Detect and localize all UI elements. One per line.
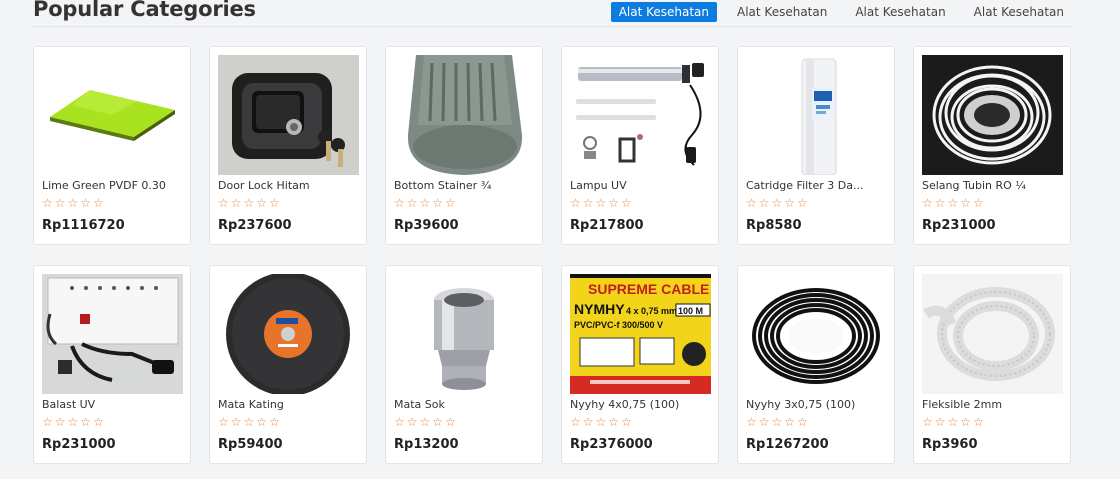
filter-cartridge-image[interactable] xyxy=(746,55,887,175)
rating-stars: ☆☆☆☆☆ xyxy=(42,415,106,429)
category-tabs: Alat Kesehatan Alat Kesehatan Alat Keseh… xyxy=(599,2,1072,22)
product-card[interactable]: Lampu UV ☆☆☆☆☆ Rp217800 xyxy=(561,46,719,245)
product-card[interactable]: SUPREME CABLE NYMHY 4 x 0,75 mm² 100 M P… xyxy=(561,265,719,464)
product-price: Rp59400 xyxy=(218,437,283,452)
product-price: Rp237600 xyxy=(218,218,292,233)
tab-alat-kesehatan-3[interactable]: Alat Kesehatan xyxy=(847,2,953,22)
product-card[interactable]: Mata Sok ☆☆☆☆☆ Rp13200 xyxy=(385,265,543,464)
flexible-hose-image[interactable] xyxy=(922,274,1063,394)
door-lock-image[interactable] xyxy=(218,55,359,175)
product-price: Rp217800 xyxy=(570,218,644,233)
cable-model-text: NYMHY xyxy=(574,301,625,317)
product-name[interactable]: Lime Green PVDF 0.30 xyxy=(42,179,183,192)
cutting-disc-image[interactable] xyxy=(218,274,359,394)
product-name[interactable]: Balast UV xyxy=(42,398,183,411)
product-name[interactable]: Catridge Filter 3 Da... xyxy=(746,179,887,192)
cable-brand-text: SUPREME CABLE xyxy=(588,281,709,297)
rating-stars: ☆☆☆☆☆ xyxy=(922,415,986,429)
section-title: Popular Categories xyxy=(33,0,256,21)
socket-image[interactable] xyxy=(394,274,535,394)
rating-stars: ☆☆☆☆☆ xyxy=(570,196,634,210)
cable-length-text: 100 M xyxy=(678,306,703,316)
strainer-image[interactable] xyxy=(394,55,535,175)
product-price: Rp39600 xyxy=(394,218,459,233)
product-card[interactable]: Balast UV ☆☆☆☆☆ Rp231000 xyxy=(33,265,191,464)
rating-stars: ☆☆☆☆☆ xyxy=(218,415,282,429)
product-card[interactable]: Lime Green PVDF 0.30 ☆☆☆☆☆ Rp1116720 xyxy=(33,46,191,245)
header-divider xyxy=(33,26,1072,27)
product-name[interactable]: Bottom Stainer ¾ xyxy=(394,179,535,192)
product-name[interactable]: Lampu UV xyxy=(570,179,711,192)
product-card[interactable]: Nyyhy 3x0,75 (100) ☆☆☆☆☆ Rp1267200 xyxy=(737,265,895,464)
product-price: Rp13200 xyxy=(394,437,459,452)
rating-stars: ☆☆☆☆☆ xyxy=(218,196,282,210)
tab-alat-kesehatan-4[interactable]: Alat Kesehatan xyxy=(966,2,1072,22)
product-name[interactable]: Mata Sok xyxy=(394,398,535,411)
tab-alat-kesehatan-1[interactable]: Alat Kesehatan xyxy=(610,2,718,22)
product-price: Rp2376000 xyxy=(570,437,653,452)
product-card[interactable]: Fleksible 2mm ☆☆☆☆☆ Rp3960 xyxy=(913,265,1071,464)
tab-alat-kesehatan-2[interactable]: Alat Kesehatan xyxy=(729,2,835,22)
rating-stars: ☆☆☆☆☆ xyxy=(42,196,106,210)
rating-stars: ☆☆☆☆☆ xyxy=(394,415,458,429)
product-card[interactable]: Selang Tubin RO ¼ ☆☆☆☆☆ Rp231000 xyxy=(913,46,1071,245)
product-card[interactable]: Bottom Stainer ¾ ☆☆☆☆☆ Rp39600 xyxy=(385,46,543,245)
cable-voltage-text: PVC/PVC-f 300/500 V xyxy=(574,320,663,330)
ro-tubing-image[interactable] xyxy=(922,55,1063,175)
rating-stars: ☆☆☆☆☆ xyxy=(570,415,634,429)
product-name[interactable]: Fleksible 2mm xyxy=(922,398,1063,411)
rating-stars: ☆☆☆☆☆ xyxy=(746,415,810,429)
product-name[interactable]: Nyyhy 3x0,75 (100) xyxy=(746,398,887,411)
black-cable-image[interactable] xyxy=(746,274,887,394)
product-name[interactable]: Mata Kating xyxy=(218,398,359,411)
rating-stars: ☆☆☆☆☆ xyxy=(922,196,986,210)
product-price: Rp8580 xyxy=(746,218,802,233)
product-name[interactable]: Door Lock Hitam xyxy=(218,179,359,192)
product-card[interactable]: Catridge Filter 3 Da... ☆☆☆☆☆ Rp8580 xyxy=(737,46,895,245)
product-price: Rp3960 xyxy=(922,437,978,452)
uv-lamp-image[interactable] xyxy=(570,55,711,175)
product-price: Rp1116720 xyxy=(42,218,125,233)
product-price: Rp231000 xyxy=(42,437,116,452)
product-name[interactable]: Selang Tubin RO ¼ xyxy=(922,179,1063,192)
lime-panel-image[interactable] xyxy=(42,55,183,175)
cable-spec-text: 4 x 0,75 mm² xyxy=(626,306,680,316)
product-card[interactable]: Mata Kating ☆☆☆☆☆ Rp59400 xyxy=(209,265,367,464)
product-card[interactable]: Door Lock Hitam ☆☆☆☆☆ Rp237600 xyxy=(209,46,367,245)
rating-stars: ☆☆☆☆☆ xyxy=(746,196,810,210)
cable-box-image[interactable]: SUPREME CABLE NYMHY 4 x 0,75 mm² 100 M P… xyxy=(570,274,711,394)
rating-stars: ☆☆☆☆☆ xyxy=(394,196,458,210)
product-name[interactable]: Nyyhy 4x0,75 (100) xyxy=(570,398,711,411)
product-price: Rp1267200 xyxy=(746,437,829,452)
ballast-image[interactable] xyxy=(42,274,183,394)
section-header: Popular Categories Alat Kesehatan Alat K… xyxy=(0,0,1120,27)
product-price: Rp231000 xyxy=(922,218,996,233)
